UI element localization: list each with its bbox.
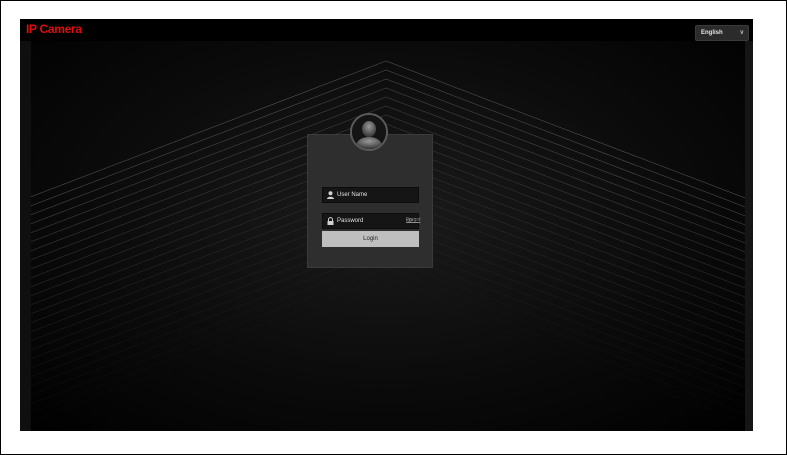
user-avatar-icon [350,113,388,151]
left-edge [20,41,31,431]
forgot-password-link[interactable]: Forgot [406,217,420,223]
top-bar: IP Camera English ∨ [20,19,753,41]
browser-frame: IP Camera English ∨ User Name Password F… [0,0,787,455]
app-title: IP Camera [26,22,82,36]
background-line [20,249,753,391]
background-line [20,267,753,409]
background-line [20,285,753,427]
language-selected: English [701,30,723,36]
password-placeholder: Password [337,218,364,224]
password-field[interactable]: Password [322,213,419,229]
user-icon [327,191,334,201]
lock-icon [327,217,334,227]
right-scrollbar[interactable] [745,41,753,431]
username-placeholder: User Name [337,192,368,198]
username-field[interactable]: User Name [322,187,419,203]
background-line [20,258,753,400]
language-select[interactable]: English ∨ [695,25,749,41]
background-line [20,276,753,418]
chevron-down-icon: ∨ [739,30,744,36]
login-button[interactable]: Login [322,231,419,247]
